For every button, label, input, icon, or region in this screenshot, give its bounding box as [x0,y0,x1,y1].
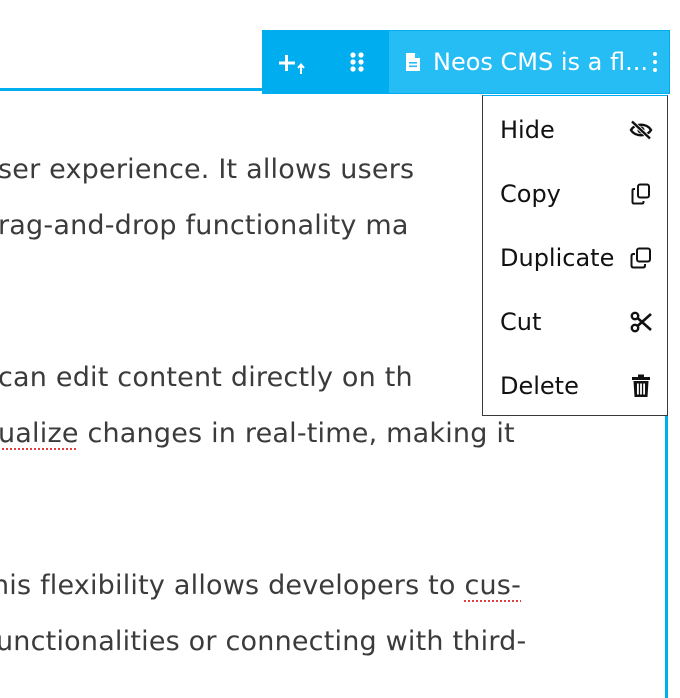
menu-item-label: Duplicate [500,244,615,272]
node-label: Neos CMS is a fl... [433,48,649,76]
paragraph-line: ser experience. It allows users [0,154,415,185]
selected-element-outline-top [0,88,262,91]
menu-item-duplicate[interactable]: Duplicate [483,226,669,290]
misspelled-word[interactable]: ualize [0,418,79,449]
paragraph-line: can edit content directly on th [0,362,413,393]
document-icon [405,52,421,72]
selected-node-button[interactable]: Neos CMS is a fl... [388,30,670,94]
misspelled-word[interactable]: cus- [464,570,521,601]
menu-item-label: Delete [500,372,579,400]
paragraph-line: unctionalities or connecting with third- [0,626,527,657]
menu-item-label: Cut [500,308,542,336]
paragraph-line: rag-and-drop functionality ma [0,210,409,241]
plus-with-up-arrow-icon [278,55,305,74]
drag-handle-button[interactable] [325,30,388,94]
paragraph-line-rest: changes in real-time, making it [87,418,515,449]
duplicate-icon [629,246,653,270]
menu-item-label: Hide [500,116,555,144]
menu-item-copy[interactable]: Copy [483,162,669,226]
paragraph-line: ualize changes in real-time, making it [0,418,515,449]
menu-item-delete[interactable]: Delete [483,354,669,418]
menu-item-cut[interactable]: Cut [483,290,669,354]
kebab-menu-icon[interactable] [653,52,657,72]
paragraph-line: his flexibility allows developers to cus… [0,570,521,601]
trash-icon [629,374,653,398]
context-menu: Hide Copy Duplicate Cut Delete [482,95,668,416]
drag-handle-icon [349,52,364,72]
add-node-button[interactable] [262,30,325,94]
menu-item-hide[interactable]: Hide [483,98,669,162]
node-toolbar: Neos CMS is a fl... [262,30,670,94]
scissors-icon [629,310,653,334]
copy-icon [629,182,653,206]
eye-slash-icon [629,118,653,142]
paragraph-line-text: his flexibility allows developers to [0,570,456,601]
menu-item-label: Copy [500,180,561,208]
